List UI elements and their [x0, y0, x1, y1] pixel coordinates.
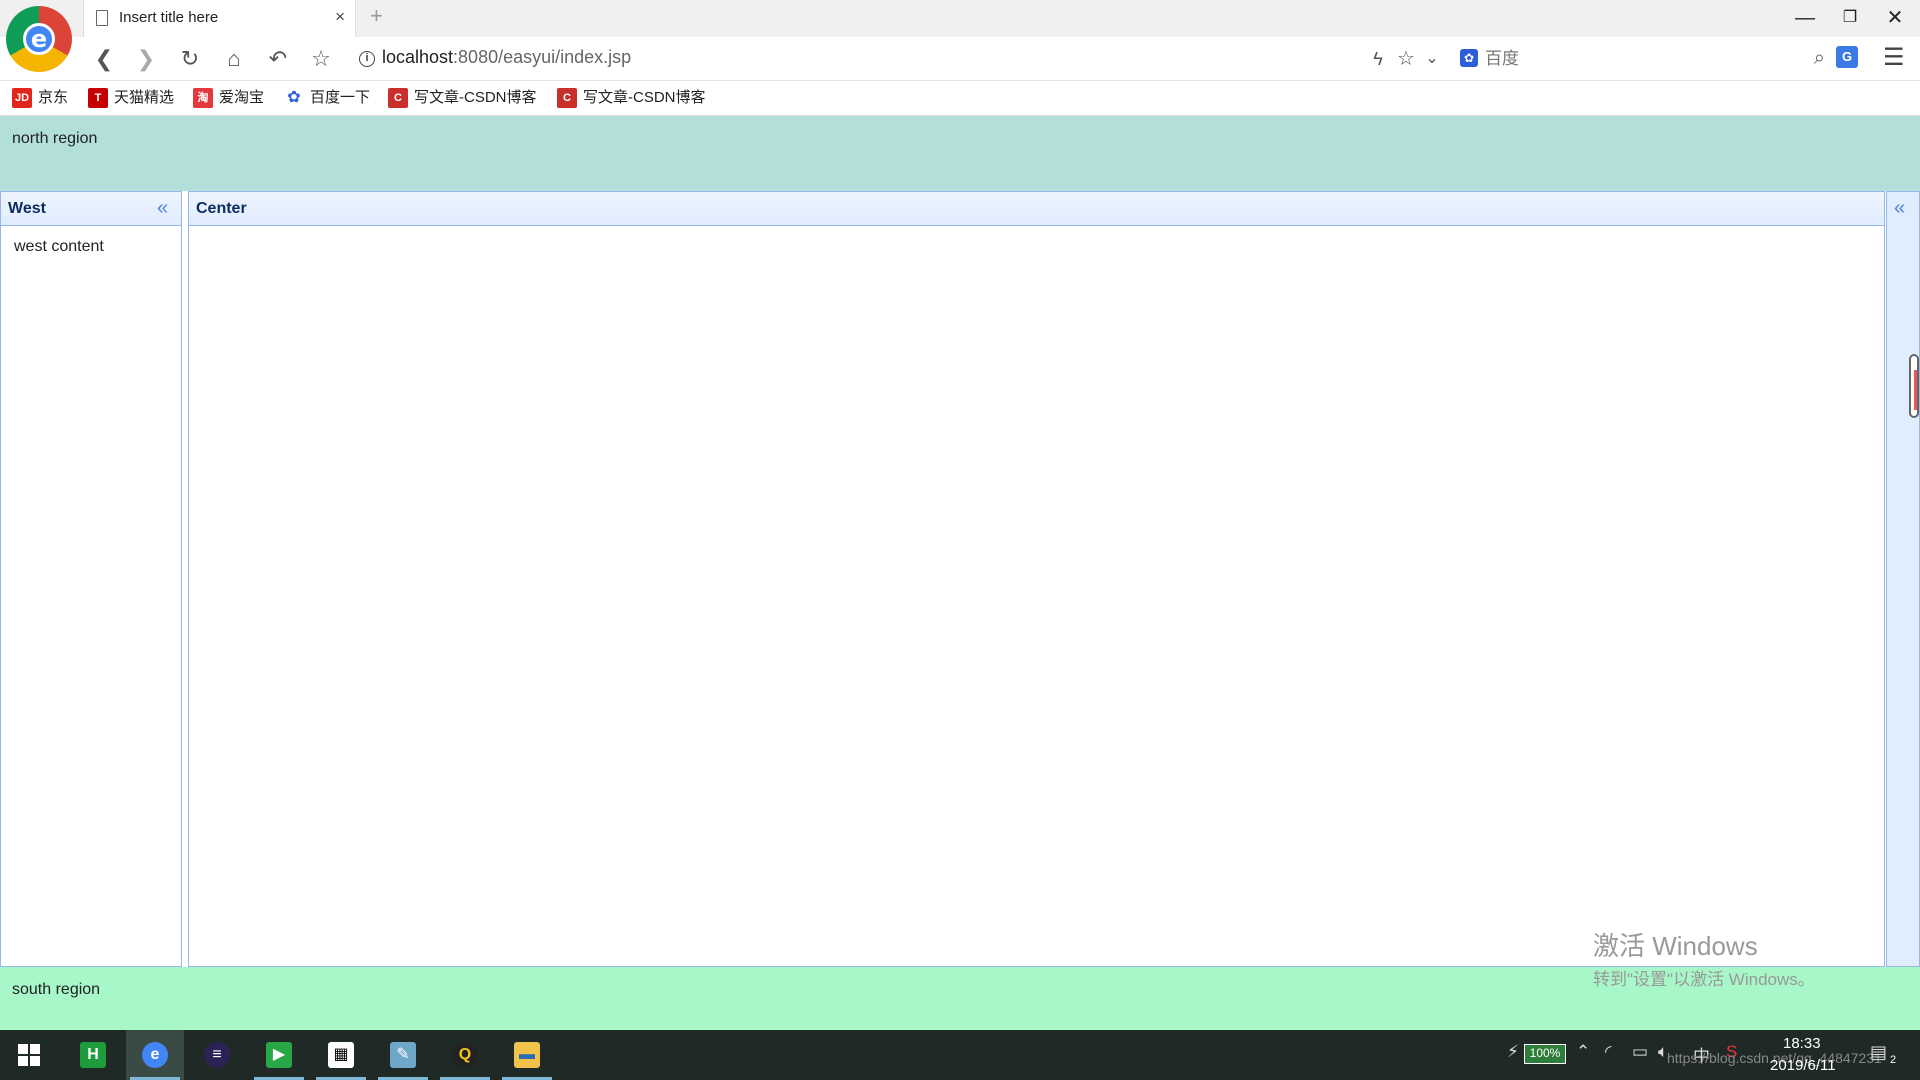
bookmark-label: 百度一下 [310, 89, 371, 106]
power-plug-icon: ⚡ [1507, 1042, 1519, 1061]
bookmark-label: 天猫精选 [114, 89, 175, 106]
qq-icon: Q [452, 1042, 478, 1068]
taskbar-clapper[interactable]: ▦ [312, 1030, 370, 1080]
expand-east-icon[interactable]: « [1894, 197, 1905, 220]
clock-time[interactable]: 18:33 [1783, 1035, 1821, 1052]
collapse-west-icon[interactable]: « [157, 197, 168, 220]
taskbar-browser[interactable]: e [126, 1030, 184, 1080]
bookmark-label: 爱淘宝 [219, 89, 265, 106]
wifi-icon[interactable]: ◜ [1605, 1042, 1612, 1062]
battery-indicator[interactable]: 100% [1524, 1044, 1566, 1064]
east-panel-collapsed[interactable]: « [1886, 191, 1920, 967]
taskbar-hbuilder[interactable]: H [64, 1030, 122, 1080]
side-scroll-handle[interactable] [1909, 354, 1919, 418]
north-region-text: north region [12, 130, 98, 147]
taskbar-explorer[interactable]: ▬ [498, 1030, 556, 1080]
title-bar: Insert title here × + — ❐ ✕ [0, 0, 1920, 37]
translate-icon[interactable]: G [1836, 46, 1858, 68]
tmall-icon: T [88, 88, 108, 109]
search-box[interactable]: ✿ ⌕ [1455, 45, 1825, 73]
site-info-icon[interactable]: i [359, 51, 375, 67]
taskbar-qq[interactable]: Q [436, 1030, 494, 1080]
browser-logo-icon[interactable]: e [6, 6, 72, 72]
bookmark-label: 写文章-CSDN博客 [583, 89, 706, 106]
csdn-icon: C [388, 88, 408, 109]
clapperboard-icon: ▦ [328, 1042, 354, 1068]
west-content-text: west content [14, 238, 104, 255]
bookmark-label: 京东 [38, 89, 69, 106]
activate-windows-watermark: 激活 Windows 转到"设置"以激活 Windows。 [1593, 926, 1815, 990]
battery-icon[interactable]: ▭ [1632, 1042, 1648, 1062]
csdn-icon: C [557, 88, 577, 109]
close-window-button[interactable]: ✕ [1875, 4, 1915, 32]
taskbar: H e ≡ ▶ ▦ ✎ Q ▬ ⚡ 100% ⌃ ◜ ▭ 🔈︎ 中 S http… [0, 1030, 1920, 1080]
watermark-subtitle: 转到"设置"以激活 Windows。 [1593, 970, 1815, 989]
taobao-icon: 淘 [193, 88, 213, 109]
menu-icon[interactable]: ☰ [1883, 43, 1905, 72]
taskbar-eclipse[interactable]: ≡ [188, 1030, 246, 1080]
center-panel-header: Center [189, 192, 1884, 226]
show-hidden-icons-icon[interactable]: ⌃ [1576, 1042, 1590, 1062]
hbuilder-icon: H [80, 1042, 106, 1068]
bookmark-label: 写文章-CSDN博客 [414, 89, 537, 106]
home-icon[interactable]: ⌂ [220, 45, 248, 73]
forward-icon[interactable]: ❯ [132, 45, 160, 73]
notes-icon: ✎ [390, 1042, 416, 1068]
notification-icon[interactable]: ▤ [1870, 1042, 1887, 1063]
bookmark-star-icon[interactable]: ☆ [307, 45, 335, 73]
browser-tab[interactable]: Insert title here × [83, 0, 356, 37]
folder-icon: ▬ [514, 1042, 540, 1068]
baidu-icon: ✿ [1460, 49, 1478, 67]
reload-icon[interactable]: ↻ [176, 45, 204, 73]
chevron-down-icon[interactable]: ⌄ [1418, 45, 1446, 73]
undo-icon[interactable]: ↶ [264, 45, 292, 73]
new-tab-button[interactable]: + [370, 3, 383, 29]
bookmark-jd[interactable]: JD 京东 [12, 87, 68, 109]
baidu-paw-icon: ✿ [287, 89, 301, 107]
taskbar-player[interactable]: ▶ [250, 1030, 308, 1080]
back-icon[interactable]: ❮ [90, 45, 118, 73]
search-icon[interactable]: ⌕ [1814, 47, 1825, 70]
jd-icon: JD [12, 88, 32, 109]
player-icon: ▶ [266, 1042, 292, 1068]
watermark-title: 激活 Windows [1593, 931, 1758, 961]
tab-title: Insert title here [119, 9, 219, 26]
taskbar-notes[interactable]: ✎ [374, 1030, 432, 1080]
west-panel: West « west content [0, 191, 182, 967]
south-region-text: south region [12, 981, 101, 998]
windows-start-icon[interactable] [18, 1044, 40, 1066]
search-input[interactable] [1485, 45, 1785, 73]
navigation-bar: ❮ ❯ ↻ ⌂ ↶ ☆ i localhost:8080/easyui/inde… [0, 37, 1920, 81]
favorite-star-icon[interactable]: ☆ [1392, 45, 1420, 73]
clock-date[interactable]: 2019/6/11 [1770, 1057, 1836, 1074]
document-icon [96, 10, 108, 26]
center-panel-title: Center [196, 200, 247, 217]
minimize-button[interactable]: — [1785, 4, 1825, 32]
west-panel-header: West « [1, 192, 181, 226]
center-panel: Center [188, 191, 1885, 967]
bookmark-baidu[interactable]: ✿ 百度一下 [284, 87, 370, 109]
west-panel-title: West [8, 200, 46, 217]
maximize-button[interactable]: ❐ [1830, 4, 1870, 32]
browser-icon: e [142, 1042, 168, 1068]
tab-close-icon[interactable]: × [335, 7, 345, 27]
bookmark-csdn-2[interactable]: C 写文章-CSDN博客 [557, 87, 706, 109]
url-path: :8080/easyui/index.jsp [453, 47, 632, 67]
north-region: north region [0, 116, 1920, 191]
bookmark-tmall[interactable]: T 天猫精选 [88, 87, 174, 109]
eclipse-icon: ≡ [204, 1042, 230, 1068]
bookmarks-bar: JD 京东 T 天猫精选 淘爱淘宝 ✿ 百度一下 C 写文章-CSDN博客 C 写文章-C… [0, 81, 1920, 116]
notification-count: 2 [1890, 1054, 1897, 1066]
url-host: localhost [382, 47, 454, 67]
bookmark-aitaobao[interactable]: 淘爱淘宝 [193, 87, 264, 109]
address-bar[interactable]: localhost:8080/easyui/index.jsp [382, 47, 631, 68]
bookmark-csdn-1[interactable]: C 写文章-CSDN博客 [388, 87, 537, 109]
lightning-icon[interactable]: ϟ [1364, 45, 1392, 73]
